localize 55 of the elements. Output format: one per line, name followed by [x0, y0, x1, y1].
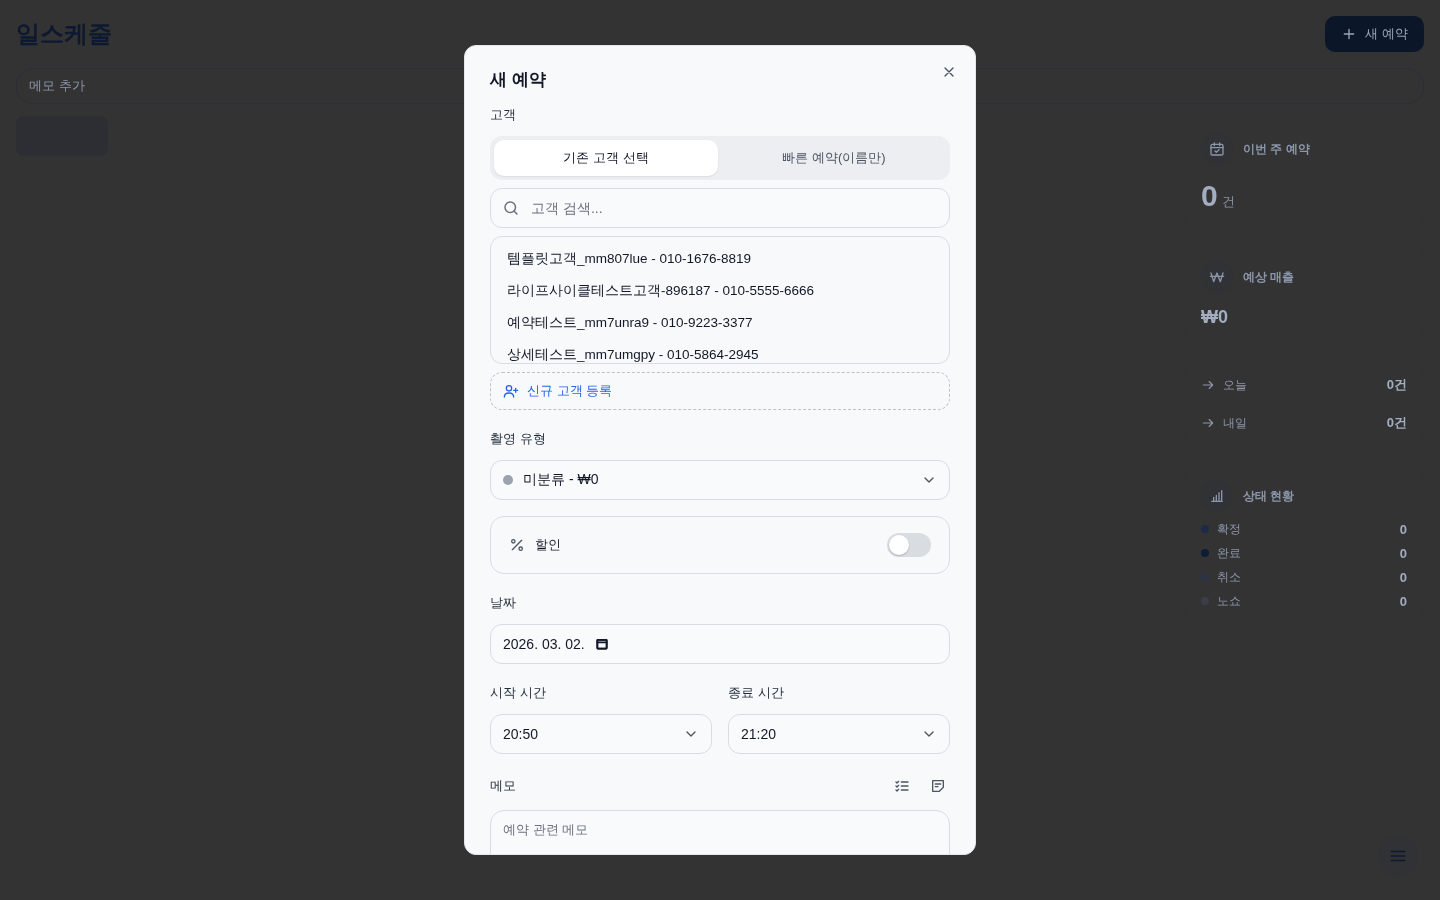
- stat-value: 0: [1201, 179, 1218, 212]
- day-count: 0건: [1386, 414, 1407, 432]
- status-label: 취소: [1217, 568, 1241, 586]
- time-value: 21:20: [741, 726, 777, 742]
- customer-option[interactable]: 예약테스트_mm7unra9 - 010-9223-3377: [495, 307, 945, 339]
- time-value: 20:50: [503, 726, 539, 742]
- memo-field[interactable]: 예약 관련 메모: [490, 810, 950, 854]
- status-count: 0: [1399, 545, 1407, 561]
- date-field[interactable]: 2026. 03. 02.: [490, 624, 950, 664]
- note-icon: [930, 778, 946, 794]
- stat-value: ₩0: [1201, 307, 1229, 328]
- field-label: 종료 시간: [728, 684, 785, 702]
- customer-option[interactable]: 라이프사이클테스트고객-896187 - 010-5555-6666: [495, 275, 945, 307]
- status-count: 0: [1399, 593, 1407, 609]
- type-value: 미분류 - ₩0: [523, 471, 599, 489]
- modal-title: 새 예약: [490, 69, 547, 91]
- calendar-icon: [594, 637, 609, 651]
- stat-label: 상태 현황: [1243, 487, 1295, 505]
- checklist-icon: [894, 778, 910, 794]
- field-label: 메모: [490, 777, 516, 795]
- day-label: 오늘: [1223, 376, 1247, 394]
- mode-tab[interactable]: 기존 고객 선택: [494, 140, 718, 176]
- status-label: 노쇼: [1217, 592, 1241, 610]
- arrow-right-icon: [1201, 416, 1215, 430]
- add-customer-button[interactable]: 신규 고객 등록: [490, 372, 950, 410]
- time-select[interactable]: 20:50: [490, 714, 712, 754]
- status-count: 0: [1399, 569, 1407, 585]
- arrow-right-icon: [1201, 378, 1215, 392]
- field-label: 날짜: [490, 594, 517, 612]
- time-select[interactable]: 21:20: [728, 714, 950, 754]
- type-select[interactable]: 미분류 - ₩0: [490, 460, 950, 500]
- percent-icon: [509, 537, 525, 553]
- customer-option[interactable]: 상세테스트_mm7umgpy - 010-5864-2945: [495, 339, 945, 363]
- date-value: 2026. 03. 02.: [503, 636, 585, 652]
- stat-label: 예상 매출: [1243, 268, 1295, 286]
- field-label: 시작 시간: [490, 684, 547, 702]
- field-label: 고객: [490, 106, 517, 124]
- user-plus-icon: [503, 383, 519, 399]
- discount-label: 할인: [535, 536, 561, 554]
- calendar-check-icon: [1209, 141, 1225, 157]
- stat-unit: 건: [1221, 194, 1235, 209]
- mode-tab[interactable]: 빠른 예약(이름만): [722, 140, 946, 176]
- status-count: 0: [1399, 521, 1407, 537]
- day-count: 0건: [1386, 376, 1407, 394]
- day-label: 내일: [1223, 414, 1247, 432]
- customer-option[interactable]: 템플릿고객_mm807lue - 010-1676-8819: [495, 243, 945, 275]
- discount-toggle[interactable]: [887, 533, 931, 557]
- bar-chart-icon: [1209, 488, 1225, 504]
- search-icon: [502, 199, 520, 217]
- new-booking-button[interactable]: 새 예약: [1325, 16, 1424, 52]
- status-label: 완료: [1217, 544, 1241, 562]
- stat-label: 이번 주 예약: [1243, 140, 1310, 158]
- field-label: 촬영 유형: [490, 430, 547, 448]
- status-label: 확정: [1217, 520, 1241, 538]
- search-field[interactable]: 고객 검색...: [490, 188, 950, 228]
